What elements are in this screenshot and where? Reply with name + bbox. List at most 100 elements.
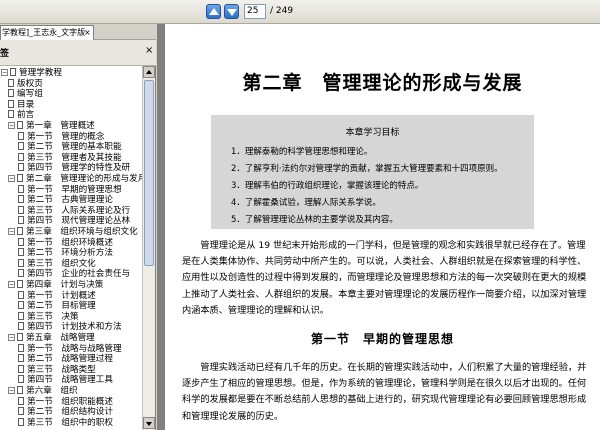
- page-icon: [8, 99, 14, 108]
- bookmark-item[interactable]: 前言: [8, 110, 34, 121]
- bookmark-item[interactable]: 第三节 组织中的职权: [18, 417, 113, 429]
- bookmark-label: 第三节 人际关系理论及行: [27, 205, 131, 216]
- document-viewport[interactable]: 第二章 管理理论的形成与发展 本章学习目标 1．理解泰勒的科学管理思想和理论。 …: [157, 24, 600, 430]
- learning-goals-box: 本章学习目标 1．理解泰勒的科学管理思想和理论。 2．了解亨利·法约尔对管理学的…: [211, 115, 534, 229]
- bookmark-item[interactable]: − 第四章 计划与决策: [8, 280, 103, 291]
- top-toolbar: 25 / 249: [0, 0, 600, 24]
- bookmark-item[interactable]: 第一节 战略与战略管理: [18, 343, 122, 355]
- collapse-toggle-icon[interactable]: −: [8, 122, 15, 129]
- bookmark-label: 第一节 计划概述: [27, 290, 96, 301]
- bookmark-label: 版权页: [17, 78, 43, 89]
- bookmark-item[interactable]: − 第六章 组织: [8, 386, 78, 397]
- page-icon: [18, 354, 24, 363]
- page-icon: [17, 386, 23, 394]
- page-icon: [8, 89, 14, 98]
- bookmark-label: 第四节 管理学的特性及研: [27, 163, 131, 174]
- bookmark-item[interactable]: 版权页: [8, 78, 43, 90]
- bookmark-label: 第四节 企业的社会责任与: [27, 269, 131, 280]
- panel-close-icon[interactable]: ×: [145, 45, 153, 57]
- page-icon: [18, 152, 24, 161]
- bookmark-item[interactable]: 第四节 企业的社会责任与: [18, 269, 130, 280]
- page-icon: [18, 237, 24, 246]
- page-icon: [18, 269, 24, 278]
- collapse-toggle-icon[interactable]: −: [8, 334, 15, 341]
- bookmark-item[interactable]: − 第五章 战略管理: [8, 333, 95, 344]
- bookmark-item[interactable]: 第一节 计划概述: [18, 290, 96, 302]
- section-paragraph: 管理实践活动已经有几千年的历史。在长期的管理实践活动中，人们积累了大量的管理经验…: [182, 360, 594, 425]
- tab-close-icon[interactable]: ×: [84, 27, 91, 39]
- scrollbar-thumb[interactable]: [144, 80, 154, 266]
- page-icon: [17, 174, 23, 182]
- bookmark-item[interactable]: − 第二章 管理理论的形成与发月: [8, 174, 142, 185]
- scroll-up-button[interactable]: [143, 66, 155, 78]
- bookmark-label: 编写组: [17, 89, 43, 100]
- bookmark-item[interactable]: 第四节 计划技术和方法: [18, 322, 122, 333]
- bookmark-item[interactable]: 第四节 管理学的特性及研: [18, 163, 130, 174]
- bookmark-item[interactable]: 第二节 古典管理理论: [18, 195, 113, 206]
- bookmark-label: 第五章 战略管理: [26, 333, 95, 343]
- page-total-label: / 249: [270, 6, 294, 16]
- section-title: 第一节 早期的管理思想: [310, 332, 454, 346]
- page-icon: [18, 216, 24, 225]
- chapter-title: 第二章 管理理论的形成与发展: [242, 72, 523, 94]
- intro-paragraph: 管理理论是从 19 世纪末开始形成的一门学科，但是管理的观念和实践很早就已经存在…: [182, 238, 594, 319]
- page-number-input[interactable]: 25: [244, 4, 266, 19]
- previous-page-button[interactable]: [206, 4, 221, 19]
- page-icon: [18, 205, 24, 214]
- bookmark-label: 第一节 管理的概念: [27, 131, 105, 142]
- bookmark-label: 第三章 组织环境与组织文化: [26, 227, 138, 237]
- bookmark-item[interactable]: − 第三章 组织环境与组织文化: [8, 227, 138, 238]
- page-icon: [18, 417, 24, 426]
- bookmark-scrollbar[interactable]: [142, 66, 155, 430]
- bookmark-item[interactable]: 第二节 目标管理: [18, 301, 96, 312]
- page-icon: [18, 375, 24, 384]
- bookmark-item[interactable]: 第四节 战略管理工具: [18, 375, 113, 386]
- bookmark-item[interactable]: 编写组: [8, 89, 43, 100]
- learning-goal-item: 3．理解韦伯的行政组织理论，掌握该理论的特点。: [231, 181, 424, 191]
- bookmark-item[interactable]: − 管理学教程: [1, 68, 62, 79]
- collapse-toggle-icon[interactable]: −: [8, 387, 15, 394]
- bookmark-item[interactable]: 第四节 现代管理理论丛林: [18, 216, 130, 227]
- learning-goal-item: 1．理解泰勒的科学管理思想和理论。: [231, 147, 373, 157]
- bookmarks-header-label: 签: [0, 49, 10, 59]
- collapse-toggle-icon[interactable]: −: [8, 228, 15, 235]
- page-icon: [8, 110, 14, 119]
- bookmark-item[interactable]: 第一节 管理的概念: [18, 131, 105, 143]
- bookmark-label: 第四章 计划与决策: [26, 280, 104, 290]
- bookmark-item[interactable]: 第一节 组织环境概述: [18, 237, 113, 249]
- bookmark-item[interactable]: 第二节 管理的基本职能: [18, 142, 122, 153]
- page-icon: [17, 121, 23, 129]
- document-tab-label: 学教程]_王志永_文字版: [2, 28, 86, 37]
- page-icon: [18, 301, 24, 310]
- bookmark-item[interactable]: 第二节 战略管理过程: [18, 354, 113, 365]
- page-icon: [17, 227, 23, 235]
- collapse-toggle-icon[interactable]: −: [8, 175, 15, 182]
- document-tab[interactable]: 学教程]_王志永_文字版 ×: [0, 25, 94, 40]
- learning-goal-item: 2．了解亨利·法约尔对管理学的贡献，掌握五大管理要素和十四项原则。: [231, 164, 503, 174]
- bookmark-label: 第三节 战略类型: [27, 364, 96, 375]
- page-icon: [18, 258, 24, 267]
- section-text: 管理实践活动已经有几千年的历史。在长期的管理实践活动中，人们积累了大量的管理经验…: [182, 362, 587, 422]
- scroll-down-button[interactable]: [143, 417, 155, 429]
- bookmark-label: 第二节 环境分析方法: [27, 248, 113, 259]
- document-tabbar: 学教程]_王志永_文字版 ×: [0, 24, 156, 40]
- bookmark-label: 第一节 早期的管理思想: [27, 184, 122, 195]
- next-page-button[interactable]: [224, 4, 239, 19]
- bookmark-label: 第二节 古典管理理论: [27, 195, 113, 206]
- bookmark-item[interactable]: 第一节 组织职能概述: [18, 396, 113, 408]
- bookmark-label: 第二节 管理的基本职能: [27, 142, 122, 153]
- bookmark-item[interactable]: 第二节 组织结构设计: [18, 407, 113, 418]
- bookmark-label: 第四节 计划技术和方法: [27, 322, 122, 333]
- collapse-toggle-icon[interactable]: −: [8, 281, 15, 288]
- bookmark-label: 第四节 现代管理理论丛林: [27, 216, 131, 227]
- page-icon: [10, 68, 16, 76]
- page-icon: [18, 407, 24, 416]
- page-icon: [18, 322, 24, 331]
- bookmark-item[interactable]: 第一节 早期的管理思想: [18, 184, 122, 196]
- bookmark-item[interactable]: − 第一章 管理概述: [8, 121, 95, 132]
- page-icon: [17, 280, 23, 288]
- collapse-toggle-icon[interactable]: −: [1, 69, 8, 76]
- bookmark-item[interactable]: 第二节 环境分析方法: [18, 248, 113, 259]
- bookmark-label: 第二节 战略管理过程: [27, 354, 113, 365]
- page-icon: [18, 290, 24, 299]
